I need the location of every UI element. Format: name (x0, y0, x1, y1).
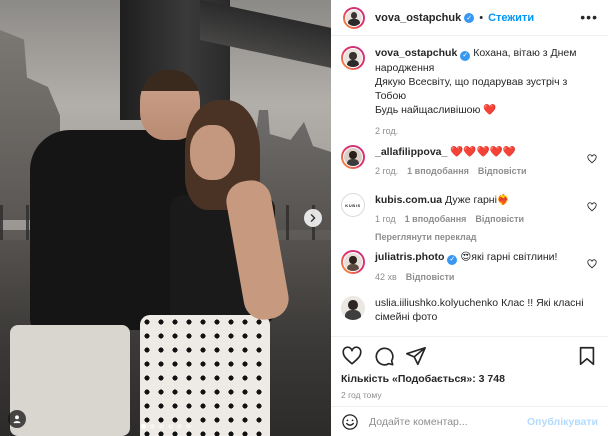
caption-username[interactable]: vova_ostapchuk (375, 47, 457, 59)
add-comment-bar: Опублікувати (331, 406, 608, 436)
publish-button[interactable]: Опублікувати (527, 416, 598, 428)
carousel-dot (140, 424, 146, 429)
caption-text: vova_ostapchuk ✓ Кохана, вітаю з Днем нар… (375, 46, 590, 117)
carousel-dot (185, 424, 191, 429)
caption-time[interactable]: 2 год. (375, 124, 398, 138)
comment-text: ❤️❤️❤️❤️❤️ (450, 146, 516, 158)
bookmark-icon[interactable] (576, 345, 598, 367)
comment-like-heart-icon[interactable] (587, 154, 597, 164)
comment-like-heart-icon[interactable] (587, 259, 597, 269)
comment-item: KUBIS kubis.com.ua Дуже гарні❤️‍🔥 1 год … (341, 193, 603, 244)
verified-badge-icon: ✓ (460, 51, 471, 61)
heart-icon[interactable] (341, 345, 363, 367)
header-separator: • (479, 11, 484, 24)
share-icon[interactable] (405, 345, 427, 367)
comment-time[interactable]: 2 год. (375, 164, 398, 178)
chevron-right-icon (310, 214, 316, 222)
caption-emoji: ❤️ (483, 104, 497, 116)
verified-badge-icon: ✓ (464, 12, 475, 23)
comment-item: uslia.iiliushko.kolyuchenko Клас !! Які … (341, 296, 603, 324)
caption-line-2: Дякую Всесвіту, що подарував зустріч з Т… (375, 76, 568, 102)
carousel-dot (149, 424, 155, 429)
comment-avatar[interactable] (341, 296, 365, 320)
comment-text: 😍які гарні світлини! (460, 251, 558, 263)
caption-line-3: Будь найщасливішою (375, 104, 481, 116)
verified-badge-icon: ✓ (447, 255, 458, 265)
reply-button[interactable]: Відповісти (475, 212, 524, 226)
reply-button[interactable]: Відповісти (478, 164, 527, 178)
post-header: vova_ostapchuk ✓ • Стежити ••• (331, 0, 608, 36)
comments-list[interactable]: vova_ostapchuk ✓ Кохана, вітаю з Днем нар… (331, 37, 608, 336)
caption: vova_ostapchuk ✓ Кохана, вітаю з Днем нар… (341, 46, 603, 138)
comment-avatar[interactable] (341, 250, 365, 274)
comment-username[interactable]: kubis.com.ua (375, 194, 442, 206)
comment-username[interactable]: uslia.iiliushko.kolyuchenko (375, 297, 498, 309)
emoji-icon[interactable] (341, 413, 359, 431)
comment-item: juliatris.photo ✓ 😍які гарні світлини! 42… (341, 250, 603, 284)
post-side-panel: vova_ostapchuk ✓ • Стежити ••• vova_osta… (331, 0, 608, 436)
likes-count[interactable]: Кількість «Подобається»: 3 748 (341, 373, 598, 385)
comment-avatar[interactable]: KUBIS (341, 193, 365, 217)
follow-button[interactable]: Стежити (488, 12, 534, 24)
comment-like-heart-icon[interactable] (587, 202, 597, 212)
comment-likes[interactable]: 1 вподобання (407, 164, 469, 178)
author-avatar[interactable] (343, 6, 365, 29)
comment-likes[interactable]: 1 вподобання (405, 212, 467, 226)
comment-time[interactable]: 42 хв (375, 270, 397, 284)
photo-woman (140, 100, 292, 436)
avatar-logo-text: KUBIS (345, 202, 361, 208)
reply-button[interactable]: Відповісти (406, 270, 455, 284)
author-username[interactable]: vova_ostapchuk (375, 12, 461, 24)
comment-username[interactable]: juliatris.photo (375, 251, 444, 263)
comment-input[interactable] (369, 415, 527, 428)
user-tag-icon (13, 415, 21, 424)
comment-avatar[interactable] (341, 145, 365, 169)
comment-text: Дуже гарні❤️‍🔥 (445, 194, 511, 206)
carousel-next-button[interactable] (304, 209, 322, 227)
carousel-dots (0, 424, 331, 429)
comment-time[interactable]: 1 год (375, 212, 396, 226)
carousel-dot (167, 424, 173, 429)
carousel-dot (158, 424, 164, 429)
post-actions: Кількість «Подобається»: 3 748 2 год том… (331, 336, 608, 400)
comment-item: _allafilippova_ ❤️❤️❤️❤️❤️ 2 год. 1 впод… (341, 145, 603, 178)
carousel-dot (176, 424, 182, 429)
translate-button[interactable]: Переглянути переклад (375, 230, 476, 244)
more-icon[interactable]: ••• (580, 10, 598, 24)
comment-icon[interactable] (373, 345, 395, 367)
post-time[interactable]: 2 год тому (341, 390, 598, 400)
comment-username[interactable]: _allafilippova_ (375, 146, 447, 158)
caption-avatar[interactable] (341, 46, 365, 70)
post-photo[interactable] (0, 0, 331, 436)
